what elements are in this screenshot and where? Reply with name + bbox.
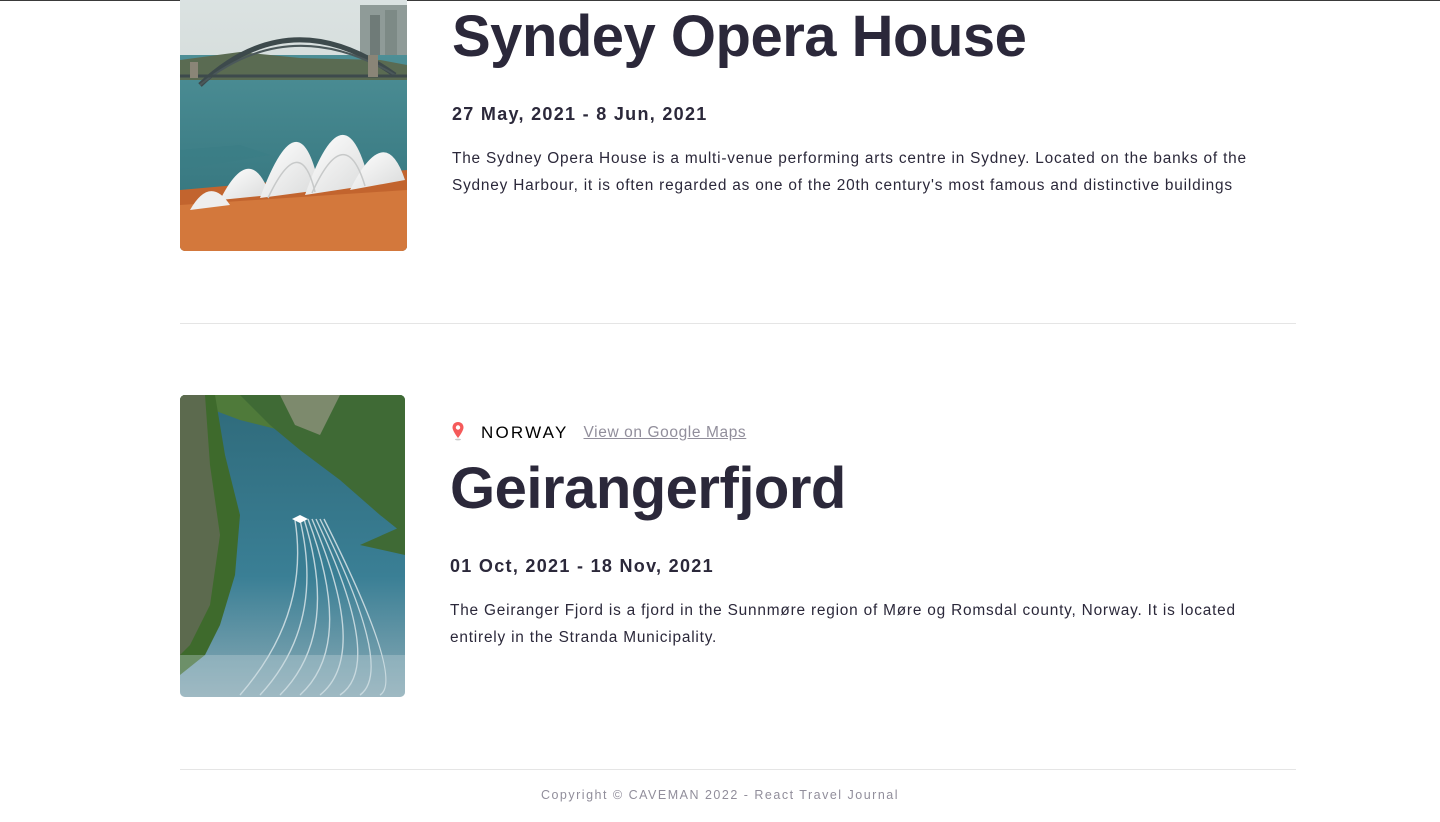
entry-content-geirangerfjord: NORWAY View on Google Maps Geirangerfjor… xyxy=(450,421,1296,651)
entry-photo-sydney xyxy=(180,0,407,251)
journal-entry-geirangerfjord: NORWAY View on Google Maps Geirangerfjor… xyxy=(180,395,1296,697)
entry-dates: 27 May, 2021 - 8 Jun, 2021 xyxy=(452,104,708,124)
map-pin-icon xyxy=(452,422,464,441)
entry-content-sydney: Syndey Opera House 27 May, 2021 - 8 Jun,… xyxy=(452,8,1296,199)
journal-entry-sydney: Syndey Opera House 27 May, 2021 - 8 Jun,… xyxy=(180,0,1296,252)
entry-dates: 01 Oct, 2021 - 18 Nov, 2021 xyxy=(450,556,714,576)
footer-divider xyxy=(180,769,1296,770)
location-country: NORWAY xyxy=(481,423,569,442)
entry-title: Geirangerfjord xyxy=(450,456,846,521)
entry-description: The Geiranger Fjord is a fjord in the Su… xyxy=(450,602,1236,646)
google-maps-link[interactable]: View on Google Maps xyxy=(584,424,747,442)
entry-photo-geirangerfjord xyxy=(180,395,405,697)
footer-copyright: Copyright © CAVEMAN 2022 - React Travel … xyxy=(540,788,900,802)
entry-divider xyxy=(180,323,1296,324)
entry-description: The Sydney Opera House is a multi-venue … xyxy=(452,150,1247,194)
location-row: NORWAY View on Google Maps xyxy=(450,421,1296,445)
entry-title: Syndey Opera House xyxy=(452,4,1027,69)
